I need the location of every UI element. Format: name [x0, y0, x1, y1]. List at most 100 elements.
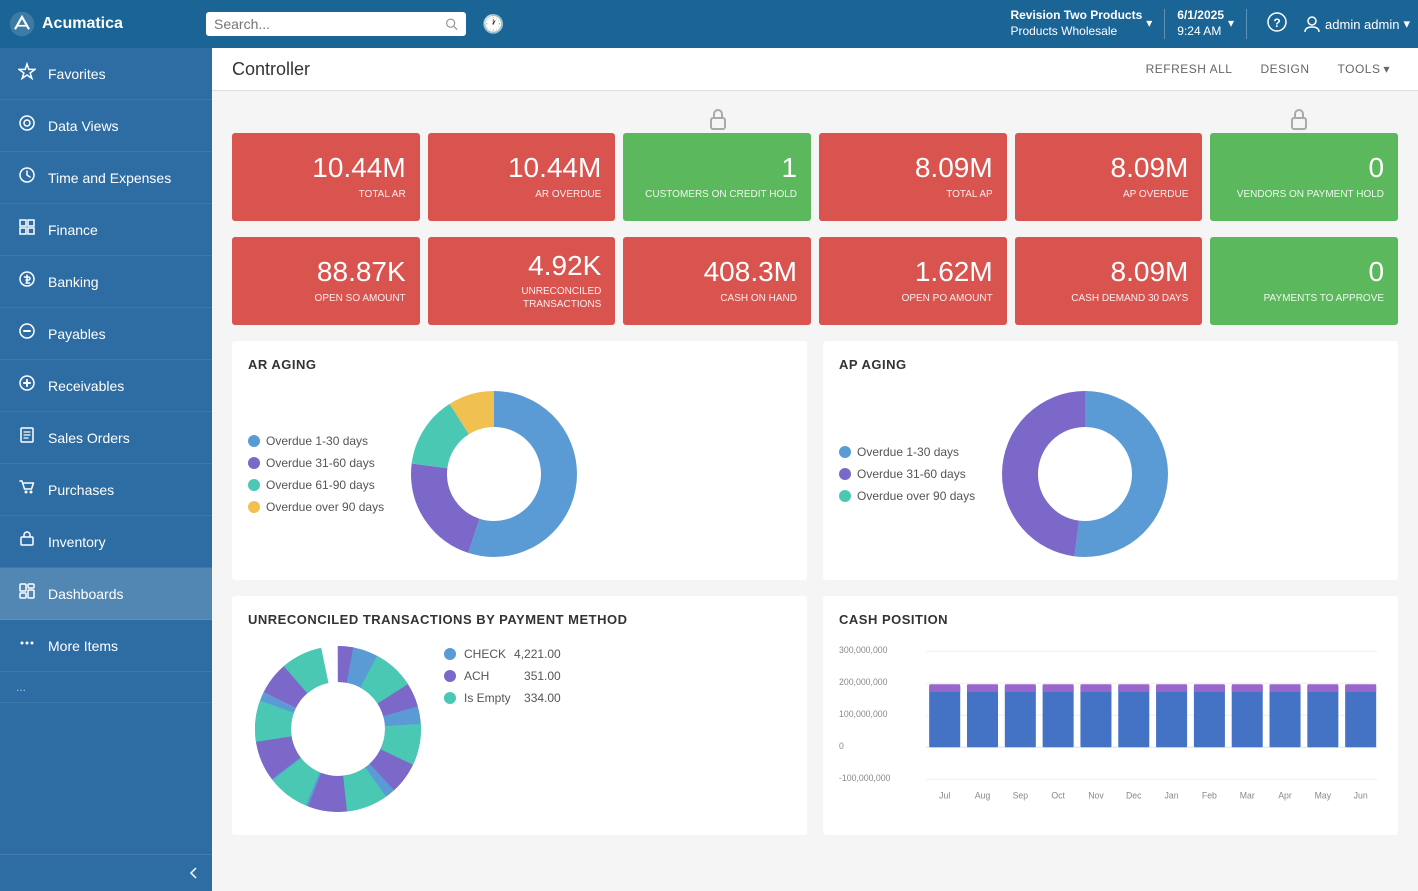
unreconciled-panel: UNRECONCILED TRANSACTIONS BY PAYMENT MET… — [232, 596, 807, 835]
charts-row: AR AGING Overdue 1-30 daysOverdue 31-60 … — [232, 341, 1398, 580]
tools-chevron-icon: ▾ — [1383, 62, 1390, 76]
search-icon — [445, 17, 458, 31]
svg-text:?: ? — [1273, 16, 1280, 30]
unreconciled-content: CHECK4,221.00ACH351.00Is Empty334.00 — [248, 639, 791, 819]
kpi-label-cash-on-hand: CASH ON HAND — [720, 292, 797, 305]
kpi-tile-vendors-payment-hold[interactable]: 0VENDORS ON PAYMENT HOLD — [1210, 133, 1398, 221]
svg-text:May: May — [1315, 791, 1332, 801]
svg-text:Jan: Jan — [1165, 791, 1179, 801]
content-area: 10.44MTOTAL AR10.44MAR OVERDUE1CUSTOMERS… — [212, 91, 1418, 891]
body-wrap: Favorites Data Views Time and Expenses Fina… — [0, 48, 1418, 891]
legend-dot — [839, 446, 851, 458]
legend-item: Overdue 31-60 days — [248, 456, 384, 470]
sidebar-item-label-purchases: Purchases — [48, 482, 114, 498]
legend-label: Overdue 1-30 days — [266, 434, 368, 448]
sidebar-item-receivables[interactable]: Receivables — [0, 360, 212, 412]
svg-text:Jul: Jul — [939, 791, 950, 801]
legend-item: Overdue 1-30 days — [839, 445, 975, 459]
date-value: 6/1/2025 — [1177, 8, 1224, 24]
sidebar-item-dashboards[interactable]: Dashboards — [0, 568, 212, 620]
search-box[interactable] — [206, 12, 466, 36]
sidebar-item-time-expenses[interactable]: Time and Expenses — [0, 152, 212, 204]
kpi-tile-unreconciled-transactions[interactable]: 4.92KUNRECONCILED TRANSACTIONS — [428, 237, 616, 325]
kpi-tile-payments-to-approve[interactable]: 0 PAYMENTS TO APPROVE — [1210, 237, 1398, 325]
app-logo[interactable]: Acumatica — [8, 10, 198, 38]
unrecon-legend-item: Is Empty334.00 — [444, 691, 561, 705]
sidebar-collapse-button[interactable] — [0, 854, 212, 891]
sales-orders-icon — [16, 426, 38, 449]
sidebar-item-payables[interactable]: Payables — [0, 308, 212, 360]
kpi-label-cash-demand-30: CASH DEMAND 30 DAYS — [1071, 292, 1188, 305]
kpi-label-ap-overdue: AP OVERDUE — [1123, 188, 1188, 201]
topnav: Acumatica 🕐 Revision Two Products Produc… — [0, 0, 1418, 48]
kpi-tile-cash-on-hand[interactable]: 408.3MCASH ON HAND — [623, 237, 811, 325]
kpi-label-vendors-payment-hold: VENDORS ON PAYMENT HOLD — [1237, 188, 1384, 201]
kpi-tile-cash-demand-30[interactable]: 8.09MCASH DEMAND 30 DAYS — [1015, 237, 1203, 325]
tools-button[interactable]: TOOLS ▾ — [1330, 58, 1399, 80]
legend-label: Overdue 31-60 days — [266, 456, 375, 470]
legend-dot — [248, 457, 260, 469]
legend-label: Overdue 61-90 days — [266, 478, 375, 492]
kpi-row-1: 10.44MTOTAL AR10.44MAR OVERDUE1CUSTOMERS… — [232, 133, 1398, 221]
time-value: 9:24 AM — [1177, 24, 1224, 40]
kpi-tile-total-ar[interactable]: 10.44MTOTAL AR — [232, 133, 420, 221]
sidebar-item-banking[interactable]: Banking — [0, 256, 212, 308]
sidebar-item-more-items[interactable]: More Items — [0, 620, 212, 672]
kpi-label-payments-to-approve: PAYMENTS TO APPROVE — [1264, 292, 1384, 305]
kpi-value-ap-overdue: 8.09M — [1111, 153, 1189, 184]
sidebar-item-data-views[interactable]: Data Views — [0, 100, 212, 152]
sidebar-item-label-time-expenses: Time and Expenses — [48, 170, 171, 186]
divider2 — [1246, 9, 1247, 39]
sidebar-item-label-banking: Banking — [48, 274, 99, 290]
ap-aging-donut — [995, 384, 1175, 564]
ap-aging-title: AP AGING — [839, 357, 1382, 372]
banking-icon — [16, 270, 38, 293]
kpi-label-unreconciled-transactions: UNRECONCILED TRANSACTIONS — [442, 285, 602, 311]
svg-text:Feb: Feb — [1202, 791, 1217, 801]
company-selector[interactable]: Revision Two Products Products Wholesale… — [1010, 8, 1152, 39]
sidebar-item-dots[interactable]: ... — [0, 672, 212, 703]
date-selector[interactable]: 6/1/2025 9:24 AM ▾ — [1177, 8, 1234, 39]
app-name: Acumatica — [42, 15, 123, 33]
kpi-label-customers-credit-hold: CUSTOMERS ON CREDIT HOLD — [645, 188, 797, 201]
page-title: Controller — [232, 59, 310, 80]
design-button[interactable]: DESIGN — [1252, 58, 1317, 80]
sidebar-item-purchases[interactable]: Purchases — [0, 464, 212, 516]
svg-text:Apr: Apr — [1278, 791, 1292, 801]
history-button[interactable]: 🕐 — [474, 10, 512, 39]
sidebar-item-label-dashboards: Dashboards — [48, 586, 124, 602]
sidebar-item-favorites[interactable]: Favorites — [0, 48, 212, 100]
kpi-tile-ar-overdue[interactable]: 10.44MAR OVERDUE — [428, 133, 616, 221]
company-chevron-icon: ▾ — [1146, 16, 1152, 32]
company-sub: Products Wholesale — [1010, 24, 1142, 40]
user-menu[interactable]: admin admin ▾ — [1303, 15, 1410, 33]
cash-position-chart: 300,000,000 200,000,000 100,000,000 0 -1… — [839, 639, 1382, 809]
date-chevron-icon: ▾ — [1228, 16, 1234, 32]
sidebar-item-finance[interactable]: Finance — [0, 204, 212, 256]
legend-value: 334.00 — [524, 691, 561, 705]
svg-text:Dec: Dec — [1126, 791, 1142, 801]
kpi-tile-open-so-amount[interactable]: 88.87KOPEN SO AMOUNT — [232, 237, 420, 325]
legend-item: Overdue 1-30 days — [248, 434, 384, 448]
search-input[interactable] — [214, 16, 439, 32]
kpi-label-open-so-amount: OPEN SO AMOUNT — [315, 292, 406, 305]
sidebar-item-label-sales-orders: Sales Orders — [48, 430, 130, 446]
svg-text:-100,000,000: -100,000,000 — [839, 773, 891, 783]
kpi-tile-total-ap[interactable]: 8.09MTOTAL AP — [819, 133, 1007, 221]
kpi-tile-ap-overdue[interactable]: 8.09M AP OVERDUE — [1015, 133, 1203, 221]
help-button[interactable]: ? — [1259, 8, 1295, 41]
sidebar-item-label-data-views: Data Views — [48, 118, 119, 134]
more-items-icon — [16, 634, 38, 657]
sidebar-item-inventory[interactable]: Inventory — [0, 516, 212, 568]
kpi-tile-open-po-amount[interactable]: 1.62MOPEN PO AMOUNT — [819, 237, 1007, 325]
refresh-all-button[interactable]: REFRESH ALL — [1138, 58, 1241, 80]
kpi-value-payments-to-approve: 0 — [1368, 257, 1384, 288]
user-chevron-icon: ▾ — [1403, 16, 1410, 32]
user-icon — [1303, 15, 1321, 33]
sidebar-item-sales-orders[interactable]: Sales Orders — [0, 412, 212, 464]
kpi-tile-customers-credit-hold[interactable]: 1CUSTOMERS ON CREDIT HOLD — [623, 133, 811, 221]
legend-item: Overdue over 90 days — [839, 489, 975, 503]
ap-aging-panel: AP AGING Overdue 1-30 daysOverdue 31-60 … — [823, 341, 1398, 580]
ap-aging-chart: Overdue 1-30 daysOverdue 31-60 daysOverd… — [839, 384, 1382, 564]
legend-label: Overdue over 90 days — [857, 489, 975, 503]
